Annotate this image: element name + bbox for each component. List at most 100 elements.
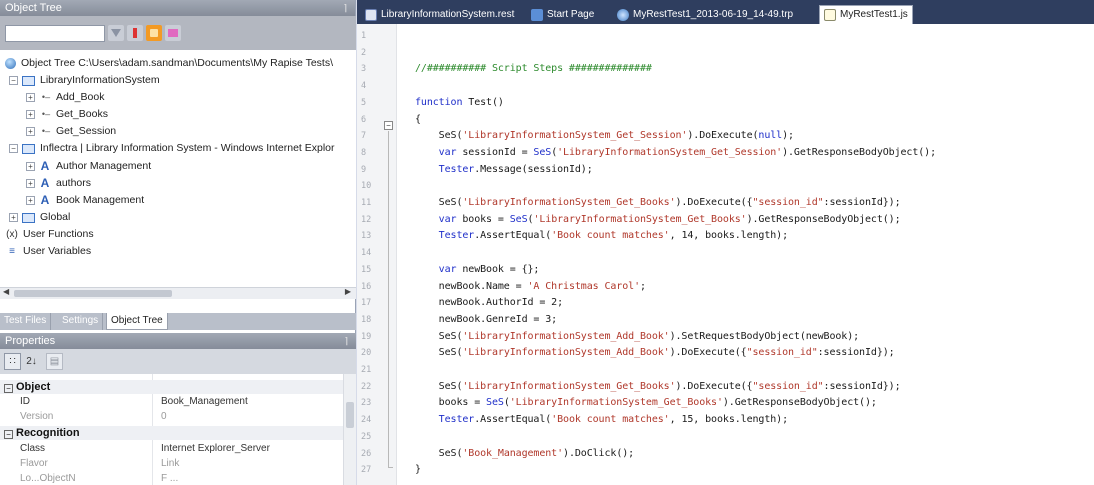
scroll-left-icon[interactable]: ◀ [3,287,9,296]
code-line[interactable]: books = SeS('LibraryInformationSystem_Ge… [415,397,877,408]
connection-icon: •– [41,126,51,136]
code-line[interactable]: var books = SeS('LibraryInformationSyste… [415,214,901,225]
code-line[interactable]: function Test() [415,97,504,108]
tree-node-book-management[interactable]: + A Book Management [26,192,144,209]
code-editor[interactable]: //########## Script Steps ##############… [415,24,1090,485]
sort-alphabetical-icon[interactable]: 2↓ [23,353,40,370]
tree-node-global[interactable]: + Global [9,209,70,226]
collapse-icon[interactable]: − [4,430,13,439]
code-line[interactable]: Tester.AssertEqual('Book count matches',… [415,414,788,425]
category-recognition[interactable]: − Recognition [0,426,343,440]
recording-icon[interactable] [165,25,181,41]
scroll-thumb[interactable] [14,290,172,297]
code-line[interactable]: var sessionId = SeS('LibraryInformationS… [415,147,936,158]
category-object[interactable]: − Object [0,380,343,394]
expand-icon[interactable]: + [26,196,35,205]
code-line[interactable]: newBook.GenreId = 3; [415,314,558,325]
tab-settings[interactable]: Settings [58,313,104,330]
code-line[interactable]: } [415,464,421,475]
code-token: ).DoClick(); [563,448,635,459]
property-row-class[interactable]: Class Internet Explorer_Server [0,442,343,456]
categorized-icon[interactable]: ∷ [4,353,21,370]
property-row-id[interactable]: ID Book_Management [0,395,343,409]
code-token: .AssertEqual( [474,414,552,425]
object-tree-title: Object Tree [5,2,62,14]
object-tree-search-input[interactable] [5,25,105,42]
filter-icon[interactable] [108,25,124,41]
tree-node-get-books[interactable]: + •– Get_Books [26,106,108,123]
property-grid-scrollbar[interactable] [343,374,356,485]
expand-icon[interactable]: + [9,213,18,222]
code-line[interactable]: SeS('LibraryInformationSystem_Get_Books'… [415,381,901,392]
property-value[interactable]: F ... [161,472,178,485]
tab-label: MyRestTest1_2013-06-19_14-49.trp [633,8,794,20]
code-line[interactable]: newBook.Name = 'A Christmas Carol'; [415,281,646,292]
expand-icon[interactable]: + [26,93,35,102]
tree-node-label: LibraryInformationSystem [40,74,160,86]
expand-icon[interactable]: + [26,179,35,188]
collapse-icon[interactable]: − [9,144,18,153]
code-line[interactable]: { [415,114,421,125]
collapse-icon[interactable]: − [9,76,18,85]
code-line[interactable]: SeS('LibraryInformationSystem_Add_Book')… [415,347,895,358]
tab-test-files[interactable]: Test Files [0,313,52,330]
tree-node-add-book[interactable]: + •– Add_Book [26,89,104,106]
expand-icon[interactable]: + [26,127,35,136]
code-token: .Message(sessionId); [474,164,593,175]
fold-collapse-icon[interactable]: − [384,121,393,130]
code-token: ); [782,130,794,141]
collapse-icon[interactable]: − [4,384,13,393]
code-line[interactable]: SeS('LibraryInformationSystem_Get_Sessio… [415,130,794,141]
property-row-version[interactable]: Version 0 [0,410,343,424]
expand-icon[interactable]: + [26,162,35,171]
line-number: 24 [361,415,372,425]
tree-node-authors[interactable]: + A authors [26,175,91,192]
tree-node-library-information-system[interactable]: − LibraryInformationSystem [9,72,160,89]
code-line[interactable]: SeS('Book_Management').DoClick(); [415,448,635,459]
pin-icon[interactable]: ⌉ [343,0,347,16]
tab-my-rest-test-js[interactable]: MyRestTest1.js [819,5,913,24]
code-token: 'LibraryInformationSystem_Get_Books' [533,214,747,225]
property-row-flavor[interactable]: Flavor Link [0,457,343,471]
properties-toolbar: ∷ 2↓ ▤ [0,349,356,374]
tree-node-get-session[interactable]: + •– Get_Session [26,123,116,140]
property-value[interactable]: Internet Explorer_Server [161,442,270,456]
code-line[interactable]: newBook.AuthorId = 2; [415,297,563,308]
line-number: 25 [361,432,372,442]
tree-node-author-management[interactable]: + A Author Management [26,158,151,175]
line-number-gutter: 1 2 3 4 5 6 7 8 9 10 11 12 13 14 15 16 17 18 19 20 21 22 23 24 2… [357,24,397,485]
document-tabs: LibraryInformationSystem.rest Start Page… [357,0,1094,24]
code-line[interactable]: Tester.Message(sessionId); [415,164,593,175]
property-value[interactable]: 0 [161,410,167,424]
code-token: ).DoExecute({ [675,197,753,208]
code-line[interactable]: SeS('LibraryInformationSystem_Get_Books'… [415,197,901,208]
code-token: Tester [415,164,475,175]
scroll-thumb[interactable] [346,402,354,428]
variables-icon: ≡ [9,246,15,257]
tab-object-tree[interactable]: Object Tree [106,313,168,330]
property-value[interactable]: Book_Management [161,395,248,409]
expand-icon[interactable]: + [26,110,35,119]
tree-node-root[interactable]: Object Tree C:\Users\adam.sandman\Docume… [5,55,333,72]
property-value[interactable]: Link [161,457,179,471]
pin-icon[interactable]: ⌉ [344,333,348,349]
flag-icon[interactable] [127,25,143,41]
property-pages-icon[interactable]: ▤ [46,353,63,370]
tree-node-user-functions[interactable]: (x) User Functions [5,226,93,243]
tab-library-information-system-rest[interactable]: LibraryInformationSystem.rest [361,5,518,24]
tab-start-page[interactable]: Start Page [527,5,598,24]
code-token: newBook.GenreId = 3; [415,314,558,325]
code-line[interactable]: Tester.AssertEqual('Book count matches',… [415,230,788,241]
tree-node-inflectra-browser[interactable]: − Inflectra | Library Information System… [9,140,335,157]
line-number: 23 [361,398,372,408]
code-line[interactable]: SeS('LibraryInformationSystem_Add_Book')… [415,331,859,342]
tree-horizontal-scrollbar[interactable]: ◀ ▶ [0,287,356,299]
tree-node-user-variables[interactable]: ≡ User Variables [5,243,91,260]
tab-report-trp[interactable]: MyRestTest1_2013-06-19_14-49.trp [613,5,797,24]
highlight-icon[interactable] [146,25,162,41]
code-token: "session_id" [752,381,824,392]
code-line[interactable]: var newBook = {}; [415,264,540,275]
code-line[interactable]: //########## Script Steps ############## [415,63,652,74]
scroll-right-icon[interactable]: ▶ [345,287,351,296]
property-row-location[interactable]: Lo...ObjectN F ... [0,472,343,485]
